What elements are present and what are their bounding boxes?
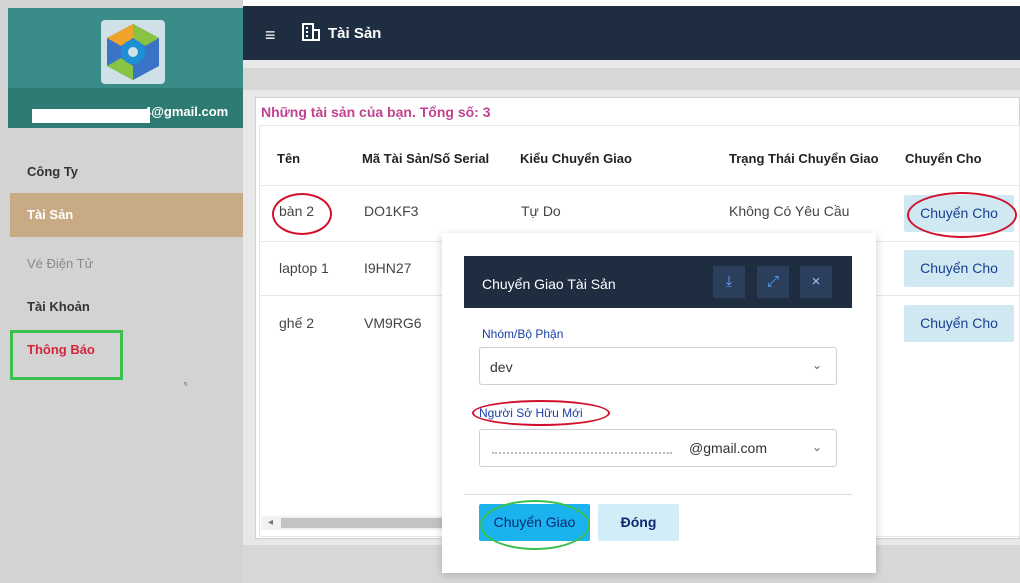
user-email: 4@gmail.com	[144, 104, 229, 119]
column-header-transfer-type: Kiểu Chuyển Giao	[520, 151, 632, 166]
row-1-serial: DO1KF3	[364, 203, 419, 219]
modal-divider	[464, 494, 852, 495]
page-title: Tài Sản	[328, 25, 382, 42]
scroll-left-icon[interactable]: ◂	[268, 517, 273, 528]
row-3-name: ghế 2	[279, 315, 315, 331]
chevron-down-icon: ⌄	[812, 358, 823, 372]
owner-redaction	[482, 440, 680, 462]
sidebar-item-assets[interactable]: Tài Sản	[10, 193, 243, 237]
building-icon	[301, 22, 321, 42]
group-select-value: dev	[490, 359, 513, 375]
tiny-mark: ᵑ	[184, 380, 188, 389]
modal-title: Chuyển Giao Tài Sản	[482, 276, 616, 292]
column-header-transfer-to: Chuyển Cho	[905, 151, 982, 166]
row-2-serial: I9HN27	[364, 260, 412, 276]
close-icon[interactable]: ×	[800, 266, 832, 298]
annotation-green-ellipse	[480, 500, 590, 550]
close-button[interactable]: Đóng	[598, 504, 679, 541]
annotation-red-ellipse	[907, 192, 1017, 238]
content-strip	[243, 68, 1020, 90]
column-header-transfer-status: Trạng Thái Chuyển Giao	[729, 151, 879, 166]
column-header-name: Tên	[277, 151, 301, 166]
group-select[interactable]	[479, 347, 837, 385]
column-header-serial: Mã Tài Sản/Số Serial	[362, 151, 490, 166]
new-owner-value: @gmail.com	[689, 440, 768, 456]
sidebar-item-account[interactable]: Tài Khoản	[10, 285, 243, 329]
annotation-red-ellipse	[472, 400, 610, 426]
chevron-down-icon: ⌄	[812, 440, 823, 454]
group-label: Nhóm/Bộ Phận	[482, 327, 564, 341]
transfer-to-button[interactable]: Chuyển Cho	[904, 250, 1014, 287]
scrollbar-thumb[interactable]	[281, 518, 446, 528]
row-3-serial: VM9RG6	[364, 315, 422, 331]
row-2-name: laptop 1	[279, 260, 329, 276]
top-navbar: ≡ Tài Sản	[243, 0, 1020, 60]
download-icon[interactable]: ⤓	[713, 266, 745, 298]
sidebar-item-company[interactable]: Công Ty	[10, 150, 243, 194]
annotation-green-box	[10, 330, 123, 380]
transfer-to-button[interactable]: Chuyển Cho	[904, 305, 1014, 342]
external-link-icon[interactable]: ⤢	[757, 266, 789, 298]
email-redaction	[32, 109, 150, 123]
logo-area	[8, 8, 243, 88]
row-divider	[260, 185, 1020, 186]
assets-title: Những tài sản của bạn. Tổng số: 3	[261, 104, 491, 120]
row-1-type: Tự Do	[521, 203, 561, 219]
row-1-status: Không Có Yêu Cầu	[729, 203, 850, 219]
annotation-red-ellipse	[272, 193, 332, 235]
sidebar-item-e-ticket[interactable]: Vé Điện Tử	[10, 242, 243, 286]
company-logo	[101, 20, 165, 84]
hamburger-icon[interactable]: ≡	[265, 25, 276, 46]
